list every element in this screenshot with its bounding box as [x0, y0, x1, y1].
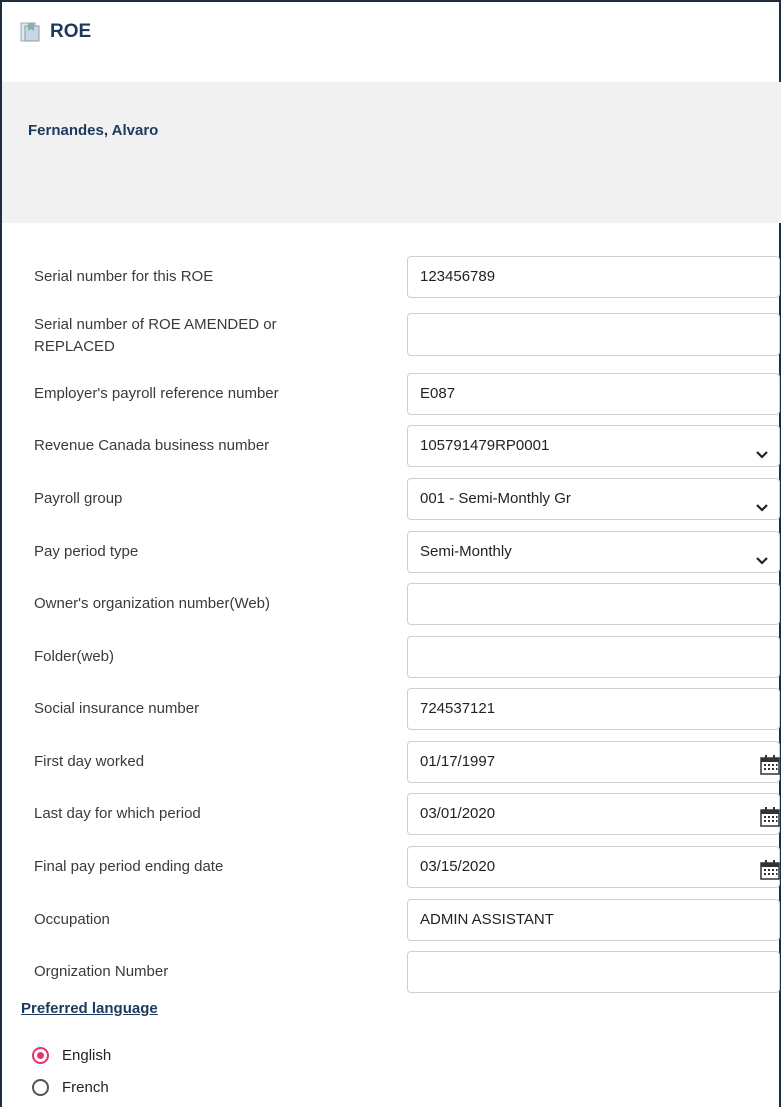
field-input[interactable] — [407, 636, 780, 678]
field-label: Payroll group — [34, 490, 123, 507]
field-label: Orgnization Number — [34, 963, 169, 980]
title-bar: ROE — [2, 2, 781, 82]
field-input[interactable]: 724537121 — [407, 688, 780, 730]
roe-window: ROE Fernandes, Alvaro Serial number for … — [0, 0, 781, 1107]
radio-english-label: English — [62, 1047, 112, 1064]
field-label: Serial number for this ROE — [34, 268, 214, 285]
field-select[interactable]: 001 - Semi-Monthly Gr — [407, 478, 780, 520]
field-value: 01/17/1997 — [420, 753, 496, 770]
field-value: 03/01/2020 — [420, 805, 496, 822]
field-value: E087 — [420, 385, 456, 402]
field-label: Folder(web) — [34, 648, 115, 665]
calendar-icon[interactable] — [759, 857, 781, 880]
field-label: Final pay period ending date — [34, 858, 224, 875]
field-select[interactable]: 105791479RP0001 — [407, 425, 780, 467]
field-input[interactable] — [407, 583, 780, 625]
chevron-down-icon[interactable] — [755, 544, 769, 565]
field-label: Occupation — [34, 911, 110, 928]
field-input[interactable]: E087 — [407, 373, 780, 415]
field-label: Employer's payroll reference number — [34, 385, 279, 402]
field-value: Semi-Monthly — [420, 543, 512, 560]
field-label: First day worked — [34, 753, 145, 770]
field-value: 123456789 — [420, 268, 496, 285]
preferred-language-heading[interactable]: Preferred language — [21, 1000, 158, 1017]
field-label: Owner's organization number(Web) — [34, 595, 271, 612]
field-value: 724537121 — [420, 700, 496, 717]
field-label: Revenue Canada business number — [34, 437, 270, 454]
field-select[interactable]: Semi-Monthly — [407, 531, 780, 573]
radio-french-control[interactable] — [32, 1079, 49, 1096]
field-label: Pay period type — [34, 543, 139, 560]
calendar-icon[interactable] — [759, 752, 781, 775]
radio-french-label: French — [62, 1079, 109, 1096]
field-value: ADMIN ASSISTANT — [420, 911, 554, 928]
field-input[interactable] — [407, 951, 780, 993]
field-date-input[interactable]: 01/17/1997 — [407, 741, 780, 783]
field-date-input[interactable]: 03/15/2020 — [407, 846, 780, 888]
employee-name: Fernandes, Alvaro — [28, 122, 159, 139]
field-date-input[interactable]: 03/01/2020 — [407, 793, 780, 835]
field-value: 001 - Semi-Monthly Gr — [420, 490, 571, 507]
field-label: Social insurance number — [34, 700, 200, 717]
field-label: Serial number of ROE AMENDED or REPLACED — [34, 316, 277, 355]
chevron-down-icon[interactable] — [755, 438, 769, 459]
field-input[interactable] — [407, 313, 780, 356]
field-value: 105791479RP0001 — [420, 437, 550, 454]
document-icon — [20, 22, 40, 42]
field-label: Last day for which period — [34, 805, 201, 822]
radio-english-control[interactable] — [32, 1047, 49, 1064]
employee-header: Fernandes, Alvaro — [2, 82, 781, 223]
calendar-icon[interactable] — [759, 804, 781, 827]
field-value: 03/15/2020 — [420, 858, 496, 875]
page-title: ROE — [50, 21, 92, 42]
chevron-down-icon[interactable] — [755, 491, 769, 512]
field-input[interactable]: ADMIN ASSISTANT — [407, 899, 780, 941]
field-input[interactable]: 123456789 — [407, 256, 780, 298]
